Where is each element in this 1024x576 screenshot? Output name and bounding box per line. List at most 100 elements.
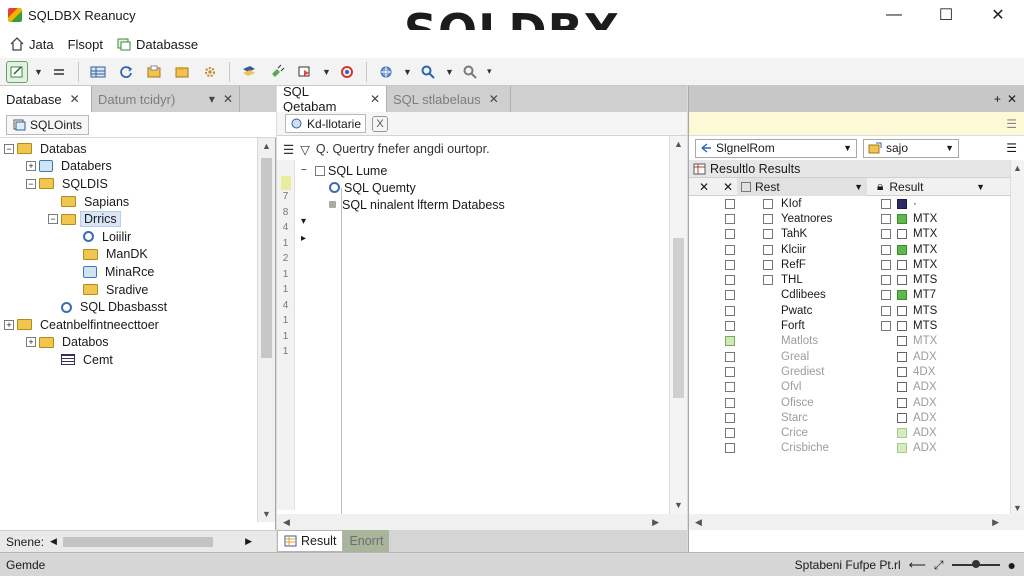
row-checkbox[interactable] — [725, 259, 735, 270]
row-checkbox[interactable] — [725, 275, 735, 286]
chevron-down-icon[interactable]: ▼ — [322, 67, 331, 77]
code-editor[interactable]: − SQL Lume SQL Quemty SQL ninalent lfterm D… — [301, 162, 661, 247]
fullscreen-icon[interactable]: ⤢ — [934, 558, 944, 573]
tree-item[interactable]: − SQLDIS — [4, 175, 256, 193]
tab-result[interactable]: Result — [277, 530, 344, 552]
results-vertical-scrollbar[interactable]: ▲ ▼ — [1010, 160, 1024, 516]
table-row[interactable]: THL MTS — [689, 272, 1007, 287]
cell-checkbox[interactable] — [763, 198, 773, 209]
expand-icon[interactable]: + — [26, 161, 36, 172]
chevron-down-icon[interactable]: ▼ — [854, 182, 863, 192]
row-checkbox[interactable] — [725, 351, 735, 362]
editor-vertical-scrollbar[interactable]: ▲ ▼ — [669, 136, 687, 516]
collapse-icon[interactable]: − — [4, 143, 14, 154]
cell-checkbox[interactable] — [763, 275, 773, 286]
tree-item[interactable]: Sapians — [4, 193, 256, 211]
settings-button[interactable] — [199, 61, 221, 83]
scroll-up-icon[interactable]: ▲ — [674, 139, 683, 149]
table-row[interactable]: Pwatc MTS — [689, 303, 1007, 318]
zoom-slider[interactable] — [951, 560, 1000, 568]
tree-item[interactable]: Sradive — [4, 281, 256, 299]
expand-icon[interactable]: ▾ — [301, 216, 315, 227]
tab-error[interactable]: Enorrt — [343, 530, 390, 552]
tab-database[interactable]: Database ✕ — [0, 86, 92, 112]
scroll-up-icon[interactable]: ▲ — [262, 141, 271, 151]
table-row[interactable]: TahK MTX — [689, 227, 1007, 242]
row-checkbox[interactable] — [725, 213, 735, 224]
new-query-button[interactable] — [6, 60, 28, 83]
menu-item-database[interactable]: Databasse — [117, 37, 198, 52]
tab-sql-query[interactable]: SQL Qetabam ✕ — [277, 84, 387, 114]
minimize-button[interactable]: — — [868, 0, 920, 30]
tree-item[interactable]: ManDK — [4, 246, 256, 264]
column-checkbox[interactable] — [741, 181, 751, 192]
close-icon[interactable]: ✕ — [489, 92, 499, 106]
schema-button[interactable] — [238, 61, 260, 83]
tree-item[interactable]: MinaRce — [4, 263, 256, 281]
close-icon[interactable]: ✕ — [70, 92, 80, 106]
code-line[interactable]: SQL Quemty — [301, 179, 661, 196]
result-set-dropdown[interactable]: SlgnelRom ▼ — [695, 138, 857, 158]
cell-checkbox[interactable] — [881, 244, 891, 255]
maximize-button[interactable]: ☐ — [920, 0, 972, 30]
find-button[interactable] — [417, 61, 439, 83]
find-replace-button[interactable] — [459, 61, 481, 83]
cell-checkbox[interactable] — [881, 259, 891, 270]
row-checkbox[interactable] — [725, 290, 735, 301]
cell-checkbox[interactable] — [763, 229, 773, 240]
execute-button[interactable] — [294, 61, 316, 83]
filter-icon[interactable]: ▽ — [300, 142, 310, 157]
row-checkbox[interactable] — [725, 244, 735, 255]
table-row[interactable]: Matlots MTX — [689, 334, 1007, 349]
tab-sql-labels[interactable]: SQL stlabelaus ✕ — [387, 86, 511, 112]
scroll-right-icon[interactable]: ▶ — [245, 536, 252, 547]
explorer-vertical-scrollbar[interactable]: ▲ ▼ — [257, 138, 275, 522]
row-checkbox[interactable] — [725, 336, 735, 347]
add-icon[interactable]: + — [994, 92, 1001, 106]
network-button[interactable] — [375, 61, 397, 83]
cell-checkbox[interactable] — [881, 213, 891, 224]
code-line[interactable]: ▸ — [301, 230, 661, 247]
scroll-down-icon[interactable]: ▼ — [1013, 503, 1022, 513]
close-window-button[interactable]: ✕ — [972, 0, 1024, 30]
tree-item[interactable]: Loiilir — [4, 228, 256, 246]
cell-checkbox[interactable] — [881, 290, 891, 301]
row-checkbox[interactable] — [725, 366, 735, 377]
chevron-down-icon[interactable]: ▾ — [487, 66, 495, 77]
query-name-field[interactable]: Kd-llotarie — [285, 114, 367, 133]
row-checkbox[interactable] — [725, 229, 735, 240]
cell-checkbox[interactable] — [881, 229, 891, 240]
table-row[interactable]: Crice ADX — [689, 425, 1007, 440]
scroll-down-icon[interactable]: ▼ — [674, 500, 683, 510]
column-header-result[interactable]: 🔒︎ Result ▼ — [867, 178, 985, 196]
connect-button[interactable] — [266, 61, 288, 83]
collapse-icon[interactable]: − — [301, 165, 315, 176]
scroll-left-icon[interactable]: ◀ — [50, 536, 57, 547]
chevron-down-icon[interactable]: ▼ — [976, 182, 985, 192]
scroll-thumb[interactable] — [261, 158, 272, 358]
results-horizontal-scrollbar[interactable]: ◀ ▶ — [689, 514, 1024, 530]
scroll-thumb[interactable] — [62, 536, 213, 547]
scroll-left-icon[interactable]: ◀ — [283, 517, 290, 528]
menu-lines-icon[interactable]: ☰ — [1006, 117, 1017, 131]
save-button[interactable] — [171, 61, 193, 83]
row-checkbox[interactable] — [725, 397, 735, 408]
table-row[interactable]: Crisbiche ADX — [689, 441, 1007, 456]
tree-item[interactable]: − Drrics — [4, 210, 256, 228]
collapse-icon[interactable]: − — [26, 178, 36, 189]
arrow-left-icon[interactable]: ⟵ — [909, 558, 926, 572]
cell-checkbox[interactable] — [881, 305, 891, 316]
clear-query-button[interactable]: X — [372, 115, 389, 132]
scroll-right-icon[interactable]: ▶ — [652, 517, 659, 528]
column-header-rest[interactable]: Rest ▼ — [737, 177, 867, 196]
scroll-up-icon[interactable]: ▲ — [1013, 163, 1022, 173]
expand-icon[interactable]: ▸ — [301, 233, 315, 244]
code-line[interactable]: SQL ninalent lfterm Databess — [301, 196, 661, 213]
row-checkbox[interactable] — [725, 321, 735, 332]
code-line[interactable]: − SQL Lume — [301, 162, 661, 179]
open-button[interactable] — [143, 61, 165, 83]
close-icon[interactable]: ✕ — [223, 92, 233, 106]
tab-datum[interactable]: Datum tcidyr) ▾ ✕ — [92, 86, 240, 112]
scroll-right-icon[interactable]: ▶ — [992, 517, 999, 528]
table-button[interactable] — [87, 61, 109, 83]
